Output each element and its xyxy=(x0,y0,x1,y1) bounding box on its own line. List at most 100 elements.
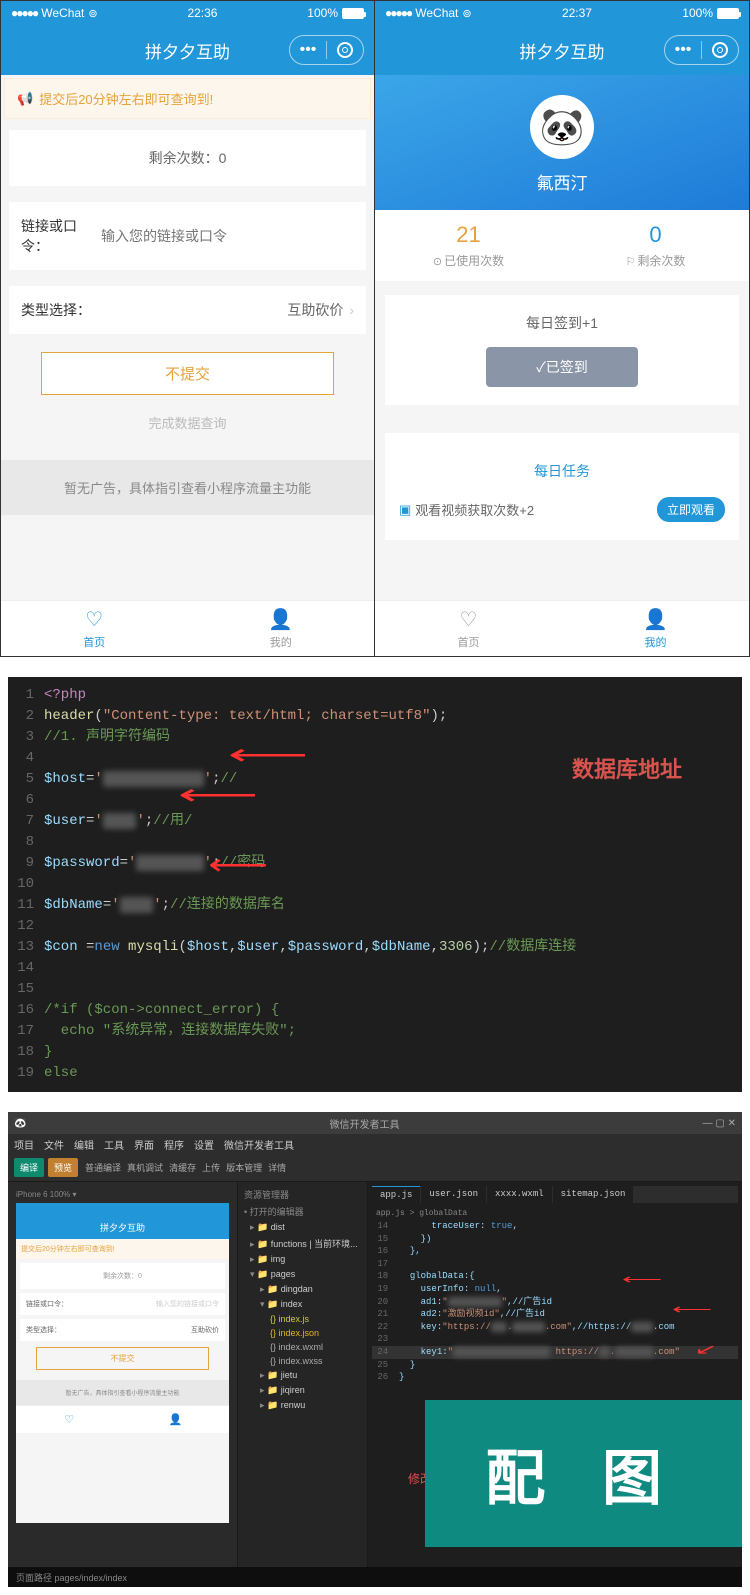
toolbar-item[interactable]: 真机调试 xyxy=(127,1163,163,1173)
simulator-screen[interactable]: 拼夕夕互助 提交后20分钟左右即可查询到! 剩余次数：0 链接或口令：输入您的链… xyxy=(16,1203,229,1523)
code-line: 13$con =new mysqli($host,$user,$password… xyxy=(8,937,742,958)
editor-tab[interactable]: xxxx.wxml xyxy=(487,1186,552,1203)
editor-line: 19 userInfo: null, xyxy=(372,1283,738,1296)
toolbar-item[interactable]: 详情 xyxy=(268,1163,286,1173)
capsule-menu[interactable]: ••• xyxy=(664,35,739,65)
editor-line: 15 }) xyxy=(372,1233,738,1246)
file-explorer[interactable]: 资源管理器 • 打开的编辑器 📁 dist📁 functions | 当前环境.… xyxy=(238,1182,368,1567)
user-icon: 👤 xyxy=(123,1406,230,1433)
php-code-editor: 数据库地址 ⟵ ⟵ ⟵ 1<?php2header("Content-type:… xyxy=(8,677,742,1092)
link-input-row[interactable]: 链接或口令： xyxy=(9,202,366,270)
clock-icon: ⊙ xyxy=(433,256,442,268)
tab-home[interactable]: ♡ 首页 xyxy=(1,601,188,656)
tab-me[interactable]: 👤 我的 xyxy=(562,601,749,656)
tree-file[interactable]: {} index.wxss xyxy=(242,1354,363,1368)
menu-item[interactable]: 项目 xyxy=(14,1137,34,1152)
tree-folder[interactable]: 📁 jiqiren xyxy=(242,1383,363,1398)
remain-card: 剩余次数：0 xyxy=(9,130,366,186)
code-line: 15 xyxy=(8,979,742,1000)
code-line: 9$password='████████';//密码 xyxy=(8,853,742,874)
ide-toolbar[interactable]: 编译 预览 普通编译真机调试清缓存上传版本管理详情 xyxy=(8,1154,742,1182)
battery-icon xyxy=(717,8,739,19)
signed-button[interactable]: ✓已签到 xyxy=(486,347,638,387)
menu-item[interactable]: 设置 xyxy=(194,1137,214,1152)
page-title: 拼夕夕互助 xyxy=(145,38,230,63)
editor-line: 24 key1:"██████████████████ https://██.█… xyxy=(372,1346,738,1359)
capsule-menu[interactable]: ••• xyxy=(289,35,364,65)
used-count: 21 xyxy=(375,222,562,248)
editor-tab[interactable]: user.json xyxy=(421,1186,486,1203)
user-icon: 👤 xyxy=(268,607,293,632)
ide-titlebar: 🐼 微信开发者工具 — ▢ ✕ xyxy=(8,1112,742,1134)
link-label: 链接或口令： xyxy=(21,216,101,256)
signin-panel: 每日签到+1 ✓已签到 xyxy=(385,295,739,405)
editor-line: 22 key:"https://███.██████.com",//https:… xyxy=(372,1321,738,1334)
tree-file[interactable]: {} index.wxml xyxy=(242,1340,363,1354)
wifi-icon: ⊚ xyxy=(88,7,97,20)
window-controls[interactable]: — ▢ ✕ xyxy=(703,1118,736,1129)
watch-button[interactable]: 立即观看 xyxy=(657,497,725,522)
tab-me[interactable]: 👤 我的 xyxy=(188,601,375,656)
menu-item[interactable]: 微信开发者工具 xyxy=(224,1137,294,1152)
profile-header: 🐼 氟西汀 xyxy=(375,75,749,210)
tree-folder[interactable]: 📁 functions | 当前环境... xyxy=(242,1235,363,1252)
compile-button[interactable]: 编译 xyxy=(14,1158,44,1177)
toolbar-item[interactable]: 清缓存 xyxy=(169,1163,196,1173)
heart-icon: ♡ xyxy=(460,607,478,632)
menu-item[interactable]: 程序 xyxy=(164,1137,184,1152)
remain-count: 0 xyxy=(562,222,749,248)
tree-file[interactable]: {} index.json xyxy=(242,1326,363,1340)
preview-button[interactable]: 预览 xyxy=(48,1158,78,1177)
battery-percent: 100% xyxy=(307,6,338,20)
toolbar-item[interactable]: 普通编译 xyxy=(85,1163,121,1173)
tree-folder[interactable]: 📁 pages xyxy=(242,1267,363,1282)
editor-tabs[interactable]: app.jsuser.jsonxxxx.wxmlsitemap.json xyxy=(372,1186,738,1203)
editor-tab[interactable]: app.js xyxy=(372,1186,420,1203)
arrow-icon: ⟵ xyxy=(228,737,308,779)
phone-screenshot-1: ●●●●● WeChat ⊚ 22:36 100% 拼夕夕互助 ••• 📢 提交… xyxy=(1,1,375,656)
tree-folder[interactable]: 📁 index xyxy=(242,1297,363,1312)
tree-folder[interactable]: 📁 renwu xyxy=(242,1398,363,1413)
editor-tab[interactable]: sitemap.json xyxy=(553,1186,634,1203)
tree-file[interactable]: {} index.js xyxy=(242,1312,363,1326)
more-icon[interactable]: ••• xyxy=(665,36,701,64)
toolbar-item[interactable]: 版本管理 xyxy=(226,1163,262,1173)
ide-menubar[interactable]: 项目文件编辑工具界面程序设置微信开发者工具 xyxy=(8,1134,742,1154)
breadcrumb: app.js > globalData xyxy=(372,1207,738,1220)
stats-row: 21 ⊙已使用次数 0 ⚐剩余次数 xyxy=(375,210,749,281)
type-select-row[interactable]: 类型选择： 互助砍价 › xyxy=(9,286,366,334)
speaker-icon: 📢 xyxy=(17,91,33,107)
menu-item[interactable]: 文件 xyxy=(44,1137,64,1152)
open-editors-label: • 打开的编辑器 xyxy=(242,1203,363,1220)
page-title: 拼夕夕互助 xyxy=(520,38,605,63)
stat-used[interactable]: 21 ⊙已使用次数 xyxy=(375,210,562,281)
phone-screenshot-2: ●●●●● WeChat ⊚ 22:37 100% 拼夕夕互助 ••• 🐼 氟西… xyxy=(375,1,749,656)
arrow-icon: ⟵ xyxy=(622,1272,662,1289)
tree-folder[interactable]: 📁 img xyxy=(242,1252,363,1267)
avatar[interactable]: 🐼 xyxy=(530,95,594,159)
tree-folder[interactable]: 📁 dingdan xyxy=(242,1282,363,1297)
submit-button[interactable]: 不提交 xyxy=(41,352,334,395)
ide-statusbar: 页面路径 pages/index/index xyxy=(8,1567,742,1587)
menu-item[interactable]: 工具 xyxy=(104,1137,124,1152)
close-target-icon[interactable] xyxy=(327,36,363,64)
code-line: 14 xyxy=(8,958,742,979)
heart-icon: ♡ xyxy=(16,1406,123,1433)
more-icon[interactable]: ••• xyxy=(290,36,326,64)
ad-placeholder: 暂无广告，具体指引查看小程序流量主功能 xyxy=(1,460,374,515)
toolbar-item[interactable]: 上传 xyxy=(202,1163,220,1173)
query-link[interactable]: 完成数据查询 xyxy=(1,405,374,440)
code-line: 6 xyxy=(8,790,742,811)
close-target-icon[interactable] xyxy=(702,36,738,64)
code-line: 1<?php xyxy=(8,685,742,706)
tree-folder[interactable]: 📁 jietu xyxy=(242,1368,363,1383)
menu-item[interactable]: 编辑 xyxy=(74,1137,94,1152)
link-input[interactable] xyxy=(101,228,354,244)
editor-line: 23 xyxy=(372,1333,738,1346)
stat-remain[interactable]: 0 ⚐剩余次数 xyxy=(562,210,749,281)
tree-folder[interactable]: 📁 dist xyxy=(242,1220,363,1235)
code-line: 2header("Content-type: text/html; charse… xyxy=(8,706,742,727)
tab-home[interactable]: ♡ 首页 xyxy=(375,601,562,656)
menu-item[interactable]: 界面 xyxy=(134,1137,154,1152)
status-time: 22:36 xyxy=(187,6,217,20)
